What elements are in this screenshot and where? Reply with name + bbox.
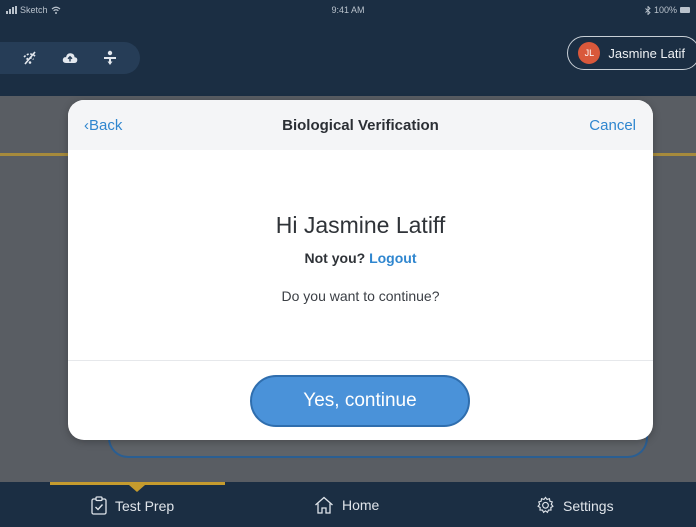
greeting-heading: Hi Jasmine Latiff xyxy=(275,212,446,238)
tab-label-home: Home xyxy=(342,497,380,513)
battery-icon xyxy=(680,7,690,13)
tab-label-settings: Settings xyxy=(563,497,614,514)
sync-toolbar xyxy=(0,42,140,74)
bluetooth-icon xyxy=(645,5,651,15)
tab-home[interactable]: Home xyxy=(314,496,379,514)
sync-transfer-icon[interactable] xyxy=(102,50,118,66)
bottom-tab-bar: Test Prep Home Settings xyxy=(0,482,696,527)
yes-continue-button[interactable]: Yes, continue xyxy=(250,375,470,427)
user-profile-button[interactable]: JL Jasmine Latif xyxy=(567,36,696,70)
gear-icon xyxy=(537,496,554,514)
status-right: 100% xyxy=(645,5,690,15)
tab-settings[interactable]: Settings xyxy=(536,496,614,515)
logout-link[interactable]: Logout xyxy=(369,250,416,266)
not-you-text: Not you? xyxy=(304,250,366,266)
status-time: 9:41 AM xyxy=(331,5,365,15)
modal-title: Biological Verification xyxy=(282,117,439,134)
cancel-button[interactable]: Cancel xyxy=(589,117,636,134)
not-you-line: Not you? Logout xyxy=(68,250,653,266)
user-name: Jasmine Latif xyxy=(608,45,685,61)
modal-divider xyxy=(68,360,653,361)
cloud-upload-icon[interactable] xyxy=(62,50,78,66)
verification-modal: ‹Back Biological Verification Cancel Hi … xyxy=(68,100,653,440)
tab-test-prep[interactable]: Test Prep xyxy=(91,496,174,515)
continue-question: Do you want to continue? xyxy=(281,288,440,304)
clipboard-check-icon xyxy=(91,496,107,515)
tab-label-test-prep: Test Prep xyxy=(115,497,175,514)
status-bar: Sketch 9:41 AM 100% xyxy=(0,0,696,22)
modal-header: ‹Back Biological Verification Cancel xyxy=(68,100,653,150)
battery-label: 100% xyxy=(653,5,677,15)
home-icon xyxy=(315,496,333,514)
active-tab-notch xyxy=(129,485,145,492)
app-header: JL Jasmine Latif xyxy=(0,22,696,96)
avatar: JL xyxy=(578,42,601,64)
wifi-off-icon[interactable] xyxy=(22,50,38,66)
